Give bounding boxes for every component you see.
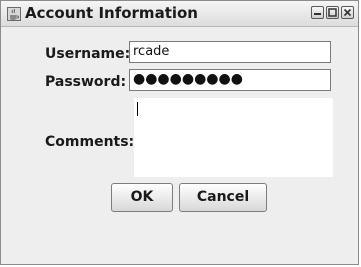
close-icon xyxy=(343,8,352,17)
password-field[interactable]: ●●●●●●●●● xyxy=(129,69,331,91)
cancel-button[interactable]: Cancel xyxy=(179,183,267,212)
maximize-button[interactable] xyxy=(326,6,339,19)
password-label: Password: xyxy=(45,74,127,90)
account-information-window: Account Information Username: rcade Pass… xyxy=(0,0,359,265)
window-title: Account Information xyxy=(25,4,198,22)
ok-button[interactable]: OK xyxy=(111,183,173,212)
minimize-button[interactable] xyxy=(311,6,324,19)
minimize-icon xyxy=(314,13,321,15)
username-field[interactable]: rcade xyxy=(129,41,331,63)
title-bar[interactable]: Account Information xyxy=(1,1,358,27)
java-cup-icon xyxy=(7,6,21,21)
close-button[interactable] xyxy=(341,6,354,19)
comments-label: Comments: xyxy=(45,134,135,150)
username-label: Username: xyxy=(45,46,131,62)
comments-textarea[interactable] xyxy=(134,98,333,177)
maximize-icon xyxy=(328,8,337,17)
text-caret xyxy=(137,102,138,116)
